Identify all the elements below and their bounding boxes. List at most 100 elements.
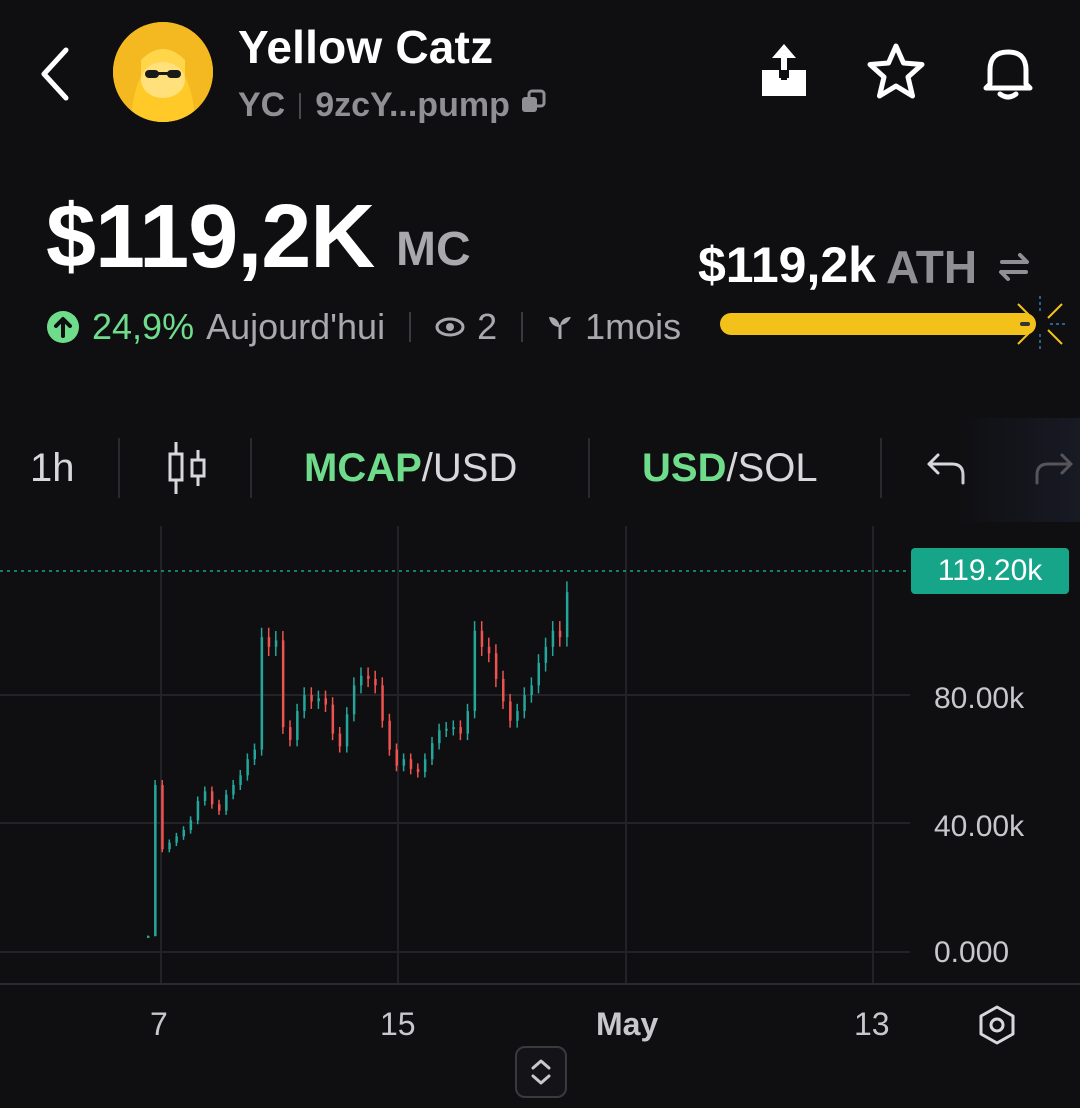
favorite-button[interactable] — [864, 40, 928, 104]
star-icon — [867, 43, 925, 99]
x-tick-label: 13 — [854, 1006, 890, 1042]
candle-body — [452, 727, 455, 730]
divider — [409, 312, 412, 342]
sprout-icon — [549, 317, 572, 339]
divider — [880, 438, 882, 498]
chevron-up-down-icon — [531, 1059, 551, 1085]
candle-body — [147, 935, 150, 938]
candle-body — [338, 733, 342, 747]
candle-body — [232, 784, 235, 795]
token-age: 1mois — [585, 306, 682, 347]
candle-body — [480, 630, 484, 647]
ath-progress-bar — [720, 313, 1036, 335]
market-cap-unit: MC — [396, 223, 471, 276]
candle-body — [530, 685, 533, 695]
candle-body — [331, 704, 335, 734]
candle-body — [246, 759, 249, 776]
token-name: Yellow Catz — [238, 21, 494, 73]
x-tick-label: May — [596, 1006, 659, 1042]
back-button[interactable] — [36, 44, 76, 104]
y-tick-label: 40.00k — [934, 810, 1025, 843]
swap-ath-button[interactable] — [996, 248, 1032, 289]
candle-body — [253, 749, 256, 760]
candle-body — [523, 695, 526, 712]
market-cap-value: $119,2K — [46, 187, 375, 287]
candle-body — [303, 695, 306, 712]
share-button[interactable] — [752, 40, 816, 104]
candle-body — [239, 775, 242, 785]
token-avatar — [113, 22, 213, 122]
candle-body — [381, 685, 384, 721]
change-percent: 24,9% — [92, 306, 195, 347]
candle-body — [267, 637, 271, 647]
divider — [250, 438, 252, 498]
change-row: 24,9% Aujourd'hui 2 1mois — [46, 306, 681, 348]
candle-body — [367, 675, 370, 679]
candlestick-icon — [168, 442, 206, 494]
change-period: Aujourd'hui — [206, 306, 386, 347]
candle-body — [281, 640, 285, 728]
x-tick-label: 15 — [380, 1006, 416, 1042]
candle-body — [196, 801, 200, 821]
candle-body — [544, 646, 548, 663]
candle-body — [203, 791, 207, 802]
candle-body — [565, 592, 569, 638]
candle-body — [189, 820, 193, 830]
metric-toggle[interactable]: MCAP /USD — [304, 436, 517, 500]
candle-body — [324, 698, 327, 705]
candle-body — [409, 759, 413, 769]
watchers-count: 2 — [477, 306, 498, 347]
copy-icon — [521, 89, 546, 112]
candle-body — [182, 829, 185, 837]
candle-body — [352, 685, 356, 715]
expand-chart-handle[interactable] — [515, 1046, 567, 1098]
currency-toggle[interactable]: USD /SOL — [642, 436, 818, 500]
divider — [118, 438, 120, 498]
candles — [147, 581, 569, 938]
back-arrow-icon — [41, 47, 69, 101]
candle-body — [431, 743, 434, 760]
ath-value: $119,2k — [698, 237, 876, 293]
candle-body — [388, 720, 391, 750]
candle-body — [374, 678, 377, 686]
eye-icon — [435, 317, 465, 337]
redo-icon — [1035, 453, 1073, 485]
swap-icon — [999, 253, 1029, 281]
alert-button[interactable] — [976, 40, 1040, 104]
ath-sparkle — [1010, 296, 1070, 357]
current-price-label: 119.20k — [911, 548, 1069, 594]
currency-main: USD — [642, 445, 727, 490]
arrow-up-circle-icon — [47, 311, 79, 343]
candle-body — [487, 646, 491, 654]
candle-body — [154, 784, 157, 936]
candle-body — [558, 630, 562, 638]
settings-hexagon-icon — [979, 1005, 1015, 1045]
y-tick-label: 0.000 — [934, 936, 1010, 969]
candle-body — [551, 630, 555, 647]
price-chart[interactable] — [0, 520, 1080, 1060]
share-icon — [762, 44, 806, 96]
candle-body — [537, 662, 540, 686]
candle-body — [218, 804, 221, 811]
candle-body — [459, 727, 462, 734]
token-address[interactable]: 9zcY...pump — [315, 86, 510, 125]
candle-body — [466, 711, 469, 734]
chart-type-button[interactable] — [166, 436, 208, 500]
candle-body — [175, 836, 178, 843]
candle-body — [473, 630, 477, 712]
grid — [0, 526, 1080, 985]
bell-icon — [983, 49, 1033, 100]
chart-settings-button[interactable] — [976, 1004, 1018, 1051]
redo-button[interactable] — [1034, 436, 1074, 500]
token-meta: YC 9zcY...pump — [238, 86, 548, 125]
divider — [299, 92, 302, 119]
interval-selector[interactable]: 1h — [30, 436, 75, 500]
candle-body — [296, 711, 299, 740]
copy-address-button[interactable] — [520, 86, 548, 125]
candle-body — [260, 637, 264, 750]
candle-body — [360, 675, 363, 686]
candle-body — [310, 695, 313, 702]
candle-body — [402, 759, 406, 766]
y-tick-label: 80.00k — [934, 682, 1025, 715]
candle-body — [509, 701, 512, 721]
